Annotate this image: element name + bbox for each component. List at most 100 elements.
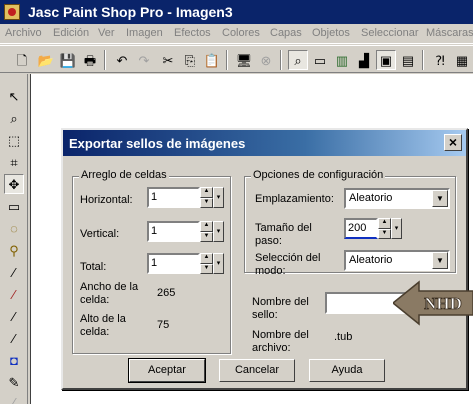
paste-icon[interactable]: 📋 <box>202 50 222 70</box>
crop-icon[interactable]: ⌗ <box>4 152 24 172</box>
menu-colores[interactable]: Colores <box>222 27 260 39</box>
total-spinner: 1 ▲ ▼ ▾ <box>147 253 225 274</box>
vertical-spinner: 1 ▲ ▼ ▾ <box>147 221 225 242</box>
color-replacer-icon[interactable]: ⁄ <box>4 328 24 348</box>
menu-ver[interactable]: Ver <box>98 27 115 39</box>
selection-icon[interactable]: ▭ <box>4 196 24 216</box>
cell-height-label-2: celda: <box>80 326 110 338</box>
monitor-icon[interactable]: 🖥 <box>234 50 254 70</box>
tool-options-icon[interactable]: ▤ <box>398 50 418 70</box>
mode-select[interactable]: Aleatorio ▼ <box>344 250 450 271</box>
chevron-down-icon[interactable]: ▼ <box>432 252 448 269</box>
config-options-legend: Opciones de configuración <box>251 169 386 181</box>
step-size-spinner: 200 ▲ ▼ ▾ <box>344 218 402 239</box>
color-palette-icon[interactable]: ▥ <box>332 50 352 70</box>
zoom-tool-icon[interactable]: ⌕ <box>4 108 24 128</box>
vertical-label: Vertical: <box>80 228 120 240</box>
magic-wand-icon[interactable]: ⚲ <box>4 240 24 260</box>
overview-icon[interactable]: ▣ <box>376 50 396 70</box>
horizontal-label: Horizontal: <box>80 194 133 206</box>
retouch-icon[interactable]: ◘ <box>4 350 24 370</box>
vertical-menu-button[interactable]: ▾ <box>213 221 224 242</box>
toolbar-separator <box>422 50 424 70</box>
eraser-icon[interactable]: ⁄ <box>4 392 24 404</box>
placement-select[interactable]: Aleatorio ▼ <box>344 188 450 209</box>
cell-height-value: 75 <box>157 319 170 331</box>
step-size-label: Tamaño del <box>255 222 312 234</box>
horizontal-spinner: 1 ▲ ▼ ▾ <box>147 187 225 208</box>
step-size-label-2: paso: <box>255 235 282 247</box>
app-icon <box>4 4 20 20</box>
accept-button[interactable]: Aceptar <box>128 358 206 383</box>
new-icon[interactable]: 🗋 <box>12 50 32 70</box>
vertical-input[interactable]: 1 <box>147 221 200 242</box>
print-icon[interactable]: 🖶 <box>80 50 100 70</box>
move-icon[interactable]: ✥ <box>4 174 24 194</box>
standard-toolbar: 🗋 📂 💾 🖶 ↶ ↷ ✂ ⎘ 📋 🖥 ⊗ ⌕ ▭ ▥ ▟ ▣ ▤ ⁈ ▦ <box>0 45 473 73</box>
zoom-icon[interactable]: ⌕ <box>288 50 308 70</box>
export-tubes-dialog: Exportar sellos de imágenes × Arreglo de… <box>61 128 468 390</box>
menu-edicion[interactable]: Edición <box>53 27 89 39</box>
menu-efectos[interactable]: Efectos <box>174 27 211 39</box>
help-button[interactable]: Ayuda <box>309 359 385 382</box>
arrow-icon[interactable]: ↖ <box>4 86 24 106</box>
mode-selection-label-2: modo: <box>255 265 286 277</box>
cell-height-label: Alto de la <box>80 313 126 325</box>
step-size-menu-button[interactable]: ▾ <box>391 218 402 239</box>
window-title-bar: Jasc Paint Shop Pro - Imagen3 <box>0 0 473 24</box>
config-options-group: Opciones de configuración Emplazamiento:… <box>244 169 456 277</box>
horizontal-spin-buttons[interactable]: ▲ ▼ <box>200 187 213 208</box>
redo-icon[interactable]: ↷ <box>134 50 154 70</box>
total-menu-button[interactable]: ▾ <box>213 253 224 274</box>
total-spin-buttons[interactable]: ▲ ▼ <box>200 253 213 274</box>
menu-seleccionar[interactable]: Seleccionar <box>361 27 418 39</box>
total-input[interactable]: 1 <box>147 253 200 274</box>
mode-value: Aleatorio <box>349 254 393 266</box>
watermark-text: NHD <box>424 294 462 313</box>
cancel-button[interactable]: Cancelar <box>219 359 295 382</box>
dialog-title: Exportar sellos de imágenes <box>69 136 246 151</box>
dialog-title-bar: Exportar sellos de imágenes × <box>63 130 466 156</box>
scratch-icon[interactable]: ✎ <box>4 372 24 392</box>
freehand-icon[interactable]: ◌ <box>4 218 24 238</box>
cell-arrangement-group: Arreglo de celdas Horizontal: 1 ▲ ▼ ▾ Ver… <box>72 169 231 354</box>
browse-icon[interactable]: ⊗ <box>256 50 276 70</box>
layers-icon[interactable]: ▦ <box>452 50 472 70</box>
stamp-name-label-2: sello: <box>252 309 278 321</box>
clone-icon[interactable]: ⁄ <box>4 306 24 326</box>
deformation-icon[interactable]: ⬚ <box>4 130 24 150</box>
toolbar-separator <box>104 50 106 70</box>
cell-width-label-2: celda: <box>80 294 110 306</box>
window-title: Jasc Paint Shop Pro - Imagen3 <box>28 4 233 20</box>
step-size-input[interactable]: 200 <box>344 218 378 239</box>
open-icon[interactable]: 📂 <box>36 50 56 70</box>
cut-icon[interactable]: ✂ <box>158 50 178 70</box>
help-context-icon[interactable]: ⁈ <box>430 50 450 70</box>
chevron-down-icon[interactable]: ▼ <box>432 190 448 207</box>
horizontal-input[interactable]: 1 <box>147 187 200 208</box>
undo-icon[interactable]: ↶ <box>112 50 132 70</box>
stamp-name-label: Nombre del <box>252 296 309 308</box>
menu-objetos[interactable]: Objetos <box>312 27 350 39</box>
file-name-value: .tub <box>334 331 353 343</box>
file-name-label-2: archivo: <box>252 342 291 354</box>
cell-width-value: 265 <box>157 287 176 299</box>
menu-mascaras[interactable]: Máscaras <box>426 27 473 39</box>
save-icon[interactable]: 💾 <box>58 50 78 70</box>
nhd-watermark: NHD <box>393 280 473 326</box>
histogram-icon[interactable]: ▟ <box>354 50 374 70</box>
vertical-spin-buttons[interactable]: ▲ ▼ <box>200 221 213 242</box>
brush-icon[interactable]: ⁄ <box>4 284 24 304</box>
menu-archivo[interactable]: Archivo <box>5 27 42 39</box>
close-button[interactable]: × <box>444 134 462 151</box>
menu-imagen[interactable]: Imagen <box>126 27 163 39</box>
toolbar-separator <box>226 50 228 70</box>
tool-palette: ↖ ⌕ ⬚ ⌗ ✥ ▭ ◌ ⚲ ⁄ ⁄ ⁄ ⁄ ◘ ✎ ⁄ <box>0 74 28 404</box>
horizontal-menu-button[interactable]: ▾ <box>213 187 224 208</box>
menu-capas[interactable]: Capas <box>270 27 302 39</box>
dropper-icon[interactable]: ⁄ <box>4 262 24 282</box>
copy-icon[interactable]: ⎘ <box>180 50 200 70</box>
toolbar-toggle-icon[interactable]: ▭ <box>310 50 330 70</box>
total-label: Total: <box>80 261 107 273</box>
step-size-spin-buttons[interactable]: ▲ ▼ <box>378 218 391 239</box>
